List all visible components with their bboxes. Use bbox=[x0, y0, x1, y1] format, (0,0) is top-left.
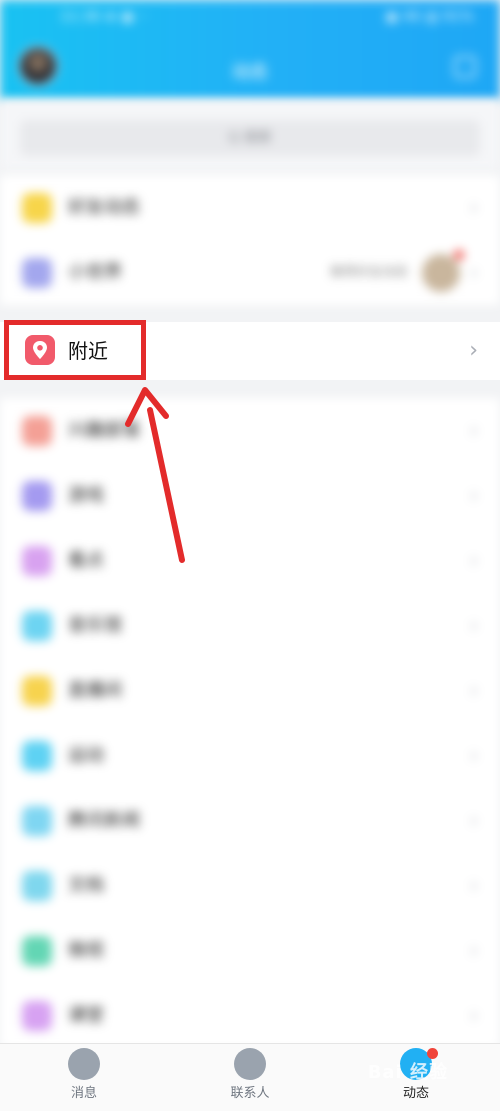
chevron-right-icon: › bbox=[470, 808, 478, 832]
status-indicators: ▣ 46 ▥ 91% bbox=[385, 9, 474, 25]
sport-icon bbox=[22, 741, 52, 771]
list-item-label: 微视 bbox=[68, 940, 104, 961]
list-item-label: 好友动态 bbox=[68, 197, 140, 218]
live-icon bbox=[22, 676, 52, 706]
small-world-icon bbox=[22, 258, 52, 288]
contacts-icon bbox=[234, 1048, 266, 1080]
nav-item-contacts[interactable]: 联系人 bbox=[200, 1048, 300, 1101]
message-icon bbox=[68, 1048, 100, 1080]
tribe-icon bbox=[22, 416, 52, 446]
list-item-label: 直播间 bbox=[68, 680, 122, 701]
list-item[interactable]: 游戏 › bbox=[0, 463, 500, 528]
chevron-right-icon: › bbox=[470, 1003, 478, 1027]
friend-thumbnail bbox=[422, 254, 460, 292]
list-item-label: 课堂 bbox=[68, 1005, 104, 1026]
highlight-box bbox=[4, 320, 146, 380]
nav-label: 联系人 bbox=[230, 1086, 270, 1101]
list-item-label: 运动 bbox=[68, 745, 104, 766]
chevron-right-icon: › bbox=[470, 548, 478, 572]
search-input[interactable]: Q 搜索 bbox=[20, 120, 480, 156]
chevron-right-icon: › bbox=[470, 418, 478, 442]
watch-icon bbox=[22, 546, 52, 576]
search-area: Q 搜索 bbox=[0, 100, 500, 170]
list-item[interactable]: 腾讯新闻 › bbox=[0, 788, 500, 853]
nav-item-messages[interactable]: 消息 bbox=[34, 1048, 134, 1101]
list-group-bottom: 兴趣部落 › 游戏 › 看点 › 音乐馆 › 直播间 › 运动 › 腾讯新闻 ›… bbox=[0, 398, 500, 1048]
list-item-label: 小世界 bbox=[68, 262, 122, 283]
news-icon bbox=[22, 806, 52, 836]
list-item-label: 兴趣部落 bbox=[68, 420, 140, 441]
notification-dot bbox=[454, 250, 464, 260]
friends-feed-icon bbox=[22, 193, 52, 223]
chevron-right-icon: › bbox=[470, 873, 478, 897]
list-item[interactable]: 兴趣部落 › bbox=[0, 398, 500, 463]
list-item[interactable]: 直播间 › bbox=[0, 658, 500, 723]
list-item[interactable]: 看点 › bbox=[0, 528, 500, 593]
classroom-icon bbox=[22, 1001, 52, 1031]
chevron-right-icon: › bbox=[470, 195, 478, 219]
chevron-right-icon: › bbox=[470, 678, 478, 702]
list-item-label: 文档 bbox=[68, 875, 104, 896]
list-item-small-world[interactable]: 小世界 推荐好友动态 › bbox=[0, 240, 500, 305]
chevron-right-icon: › bbox=[469, 338, 478, 363]
chevron-right-icon: › bbox=[470, 483, 478, 507]
page-title: 动态 bbox=[232, 62, 268, 83]
list-item-label: 音乐馆 bbox=[68, 615, 122, 636]
list-item-friends-feed[interactable]: 好友动态 › bbox=[0, 175, 500, 240]
list-item-label: 看点 bbox=[68, 550, 104, 571]
music-icon bbox=[22, 611, 52, 641]
header-bar: 11:36 ⊕ ▣ ·· ▣ 46 ▥ 91% 动态 bbox=[0, 0, 500, 100]
status-bar: 11:36 ⊕ ▣ ·· ▣ 46 ▥ 91% bbox=[0, 0, 500, 36]
chevron-right-icon: › bbox=[470, 613, 478, 637]
status-time: 11:36 ⊕ ▣ ·· bbox=[60, 9, 148, 25]
chevron-right-icon: › bbox=[470, 743, 478, 767]
chevron-right-icon: › bbox=[470, 938, 478, 962]
game-icon bbox=[22, 481, 52, 511]
chevron-right-icon: › bbox=[470, 260, 478, 284]
list-item-label: 腾讯新闻 bbox=[68, 810, 140, 831]
list-item[interactable]: 微视 › bbox=[0, 918, 500, 983]
watermark: Bai 经验 bbox=[367, 1062, 448, 1083]
list-group-top: 好友动态 › 小世界 推荐好友动态 › bbox=[0, 175, 500, 305]
list-item[interactable]: 运动 › bbox=[0, 723, 500, 788]
nav-label: 消息 bbox=[70, 1086, 97, 1101]
list-item-label: 游戏 bbox=[68, 485, 104, 506]
more-icon[interactable] bbox=[454, 56, 476, 78]
list-item[interactable]: 课堂 › bbox=[0, 983, 500, 1048]
nav-label: 动态 bbox=[402, 1086, 429, 1101]
list-item[interactable]: 音乐馆 › bbox=[0, 593, 500, 658]
document-icon bbox=[22, 871, 52, 901]
list-item[interactable]: 文档 › bbox=[0, 853, 500, 918]
video-icon bbox=[22, 936, 52, 966]
list-item-aside: 推荐好友动态 bbox=[329, 265, 408, 280]
